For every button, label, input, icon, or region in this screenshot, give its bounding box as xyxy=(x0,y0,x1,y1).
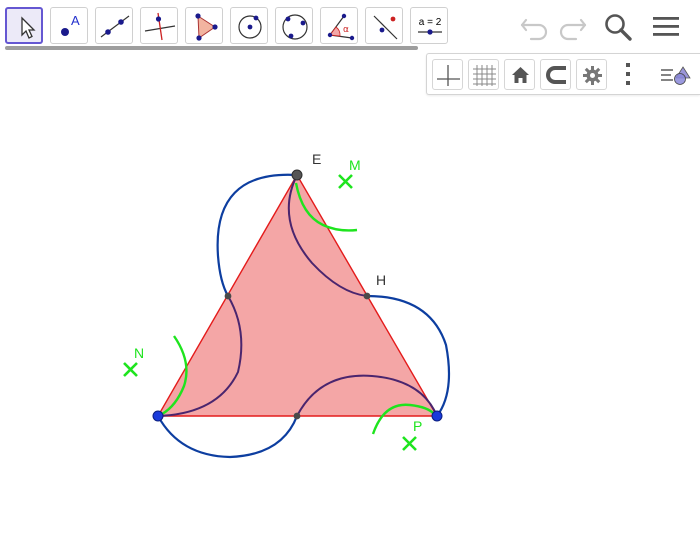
axes-toggle-button[interactable] xyxy=(432,59,463,90)
vertex-bottom-left[interactable] xyxy=(152,410,164,422)
circle-center-tool-button[interactable] xyxy=(230,7,268,44)
point-A-icon: A xyxy=(61,13,80,36)
main-toolbar: A α a = 2 xyxy=(0,0,700,50)
outer-arc-bottom[interactable] xyxy=(157,415,299,459)
midpoint-bottom[interactable] xyxy=(293,412,301,420)
graphics-style-bar xyxy=(426,53,700,95)
point-capturing-button[interactable] xyxy=(540,59,571,90)
angle-tool-button[interactable]: α xyxy=(320,7,358,44)
point-P-marker[interactable] xyxy=(402,436,417,451)
search-button[interactable] xyxy=(600,8,636,44)
point-H-label: H xyxy=(376,272,386,288)
circle-three-points-tool-button[interactable] xyxy=(275,7,313,44)
search-icon xyxy=(605,14,632,41)
graphics-view[interactable]: E H M N P xyxy=(0,50,700,550)
perpendicular-line-icon xyxy=(144,12,176,41)
point-M-marker[interactable] xyxy=(338,174,353,189)
move-tool-button[interactable] xyxy=(5,7,43,44)
slider-tool-label: a = 2 xyxy=(419,17,442,28)
style-bar-toggle-button[interactable] xyxy=(659,59,691,90)
point-M-label: M xyxy=(349,157,361,173)
point-N-label: N xyxy=(134,345,144,361)
redo-icon xyxy=(559,18,587,41)
grid-toggle-button[interactable] xyxy=(468,59,499,90)
undo-button[interactable] xyxy=(517,8,553,44)
angle-alpha-icon: α xyxy=(327,13,355,41)
redo-button[interactable] xyxy=(554,8,590,44)
point-E-label: E xyxy=(312,151,321,167)
hamburger-menu-icon xyxy=(653,17,679,36)
construction-canvas[interactable]: E H M N P xyxy=(0,50,700,550)
point-E[interactable] xyxy=(291,169,303,181)
standard-view-button[interactable] xyxy=(504,59,535,90)
vertex-bottom-right[interactable] xyxy=(431,410,443,422)
polygon-tool-button[interactable] xyxy=(185,7,223,44)
graphics-settings-button[interactable] xyxy=(576,59,607,90)
gear-icon xyxy=(583,66,602,85)
style-bar-icon xyxy=(661,66,691,85)
magnet-icon xyxy=(546,66,566,84)
axes-icon xyxy=(437,65,460,86)
circle-three-points-icon xyxy=(282,14,308,40)
reflect-tool-button[interactable] xyxy=(365,7,403,44)
midpoint-left[interactable] xyxy=(224,292,232,300)
grid-icon xyxy=(473,65,496,86)
reflect-about-line-icon xyxy=(373,15,398,40)
main-menu-button[interactable] xyxy=(648,8,684,44)
point-H[interactable] xyxy=(363,292,371,300)
home-icon xyxy=(512,67,529,83)
point-tool-label: A xyxy=(71,13,80,28)
undo-icon xyxy=(520,18,548,41)
line-through-points-icon xyxy=(100,15,130,38)
point-tool-button[interactable]: A xyxy=(50,7,88,44)
cursor-arrow-icon xyxy=(21,16,36,39)
line-tool-button[interactable] xyxy=(95,7,133,44)
vertical-dots-icon xyxy=(626,63,630,85)
point-N-marker[interactable] xyxy=(123,362,138,377)
angle-tool-label: α xyxy=(343,25,349,35)
slider-tool-button[interactable]: a = 2 xyxy=(410,7,448,44)
polygon-icon xyxy=(195,13,218,41)
perpendicular-line-tool-button[interactable] xyxy=(140,7,178,44)
more-options-button[interactable] xyxy=(612,59,643,90)
point-P-label: P xyxy=(413,418,422,434)
circle-center-icon xyxy=(238,15,262,39)
slider-icon: a = 2 xyxy=(418,17,442,35)
